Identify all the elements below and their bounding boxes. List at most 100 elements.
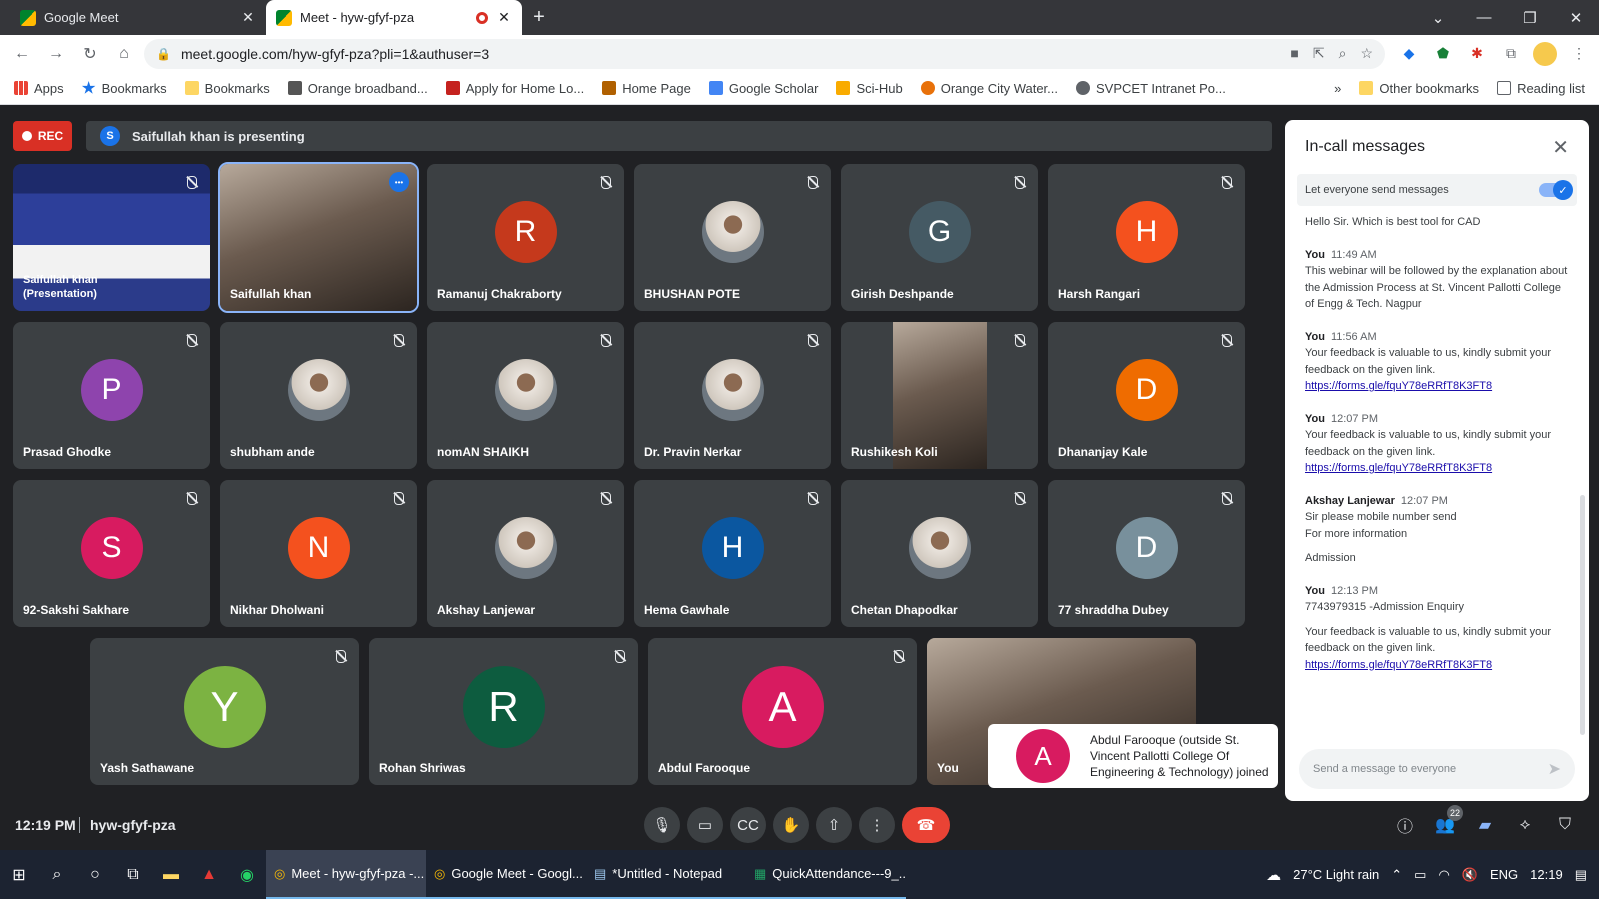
participant-tile[interactable]: R Rohan Shriwas xyxy=(369,638,638,785)
chat-scrollbar[interactable] xyxy=(1580,495,1585,735)
forward-icon[interactable]: → xyxy=(42,40,70,68)
taskbar-app-meet[interactable]: ◎ Meet - hyw-gfyf-pza -... xyxy=(266,850,426,899)
participant-tile[interactable]: Dr. Pravin Nerkar xyxy=(634,322,831,469)
extension-red-icon[interactable]: ✱ xyxy=(1465,42,1489,66)
bookmark-folder[interactable]: Bookmarks xyxy=(184,81,270,96)
participant-tile[interactable]: ••• Saifullah khan xyxy=(218,162,419,313)
bookmark-item[interactable]: Orange City Water... xyxy=(920,81,1058,96)
reload-icon[interactable]: ↻ xyxy=(76,40,104,68)
bookmark-item[interactable]: Sci-Hub xyxy=(836,81,903,96)
weather-text[interactable]: 27°C Light rain xyxy=(1293,867,1379,882)
taskbar-app-excel[interactable]: ▦ QuickAttendance---9_... xyxy=(746,850,906,899)
wifi-icon[interactable]: ◠ xyxy=(1438,867,1449,883)
more-options-icon[interactable]: ••• xyxy=(389,172,409,192)
host-controls-icon[interactable]: ⛉ xyxy=(1553,813,1577,837)
participant-tile[interactable]: BHUSHAN POTE xyxy=(634,164,831,311)
tab-meet-call[interactable]: Meet - hyw-gfyf-pza ✕ xyxy=(266,0,522,35)
participant-tile[interactable]: D Dhananjay Kale xyxy=(1048,322,1245,469)
participant-tile[interactable]: P Prasad Ghodke xyxy=(13,322,210,469)
participant-tile[interactable]: Saifullah khan (Presentation) xyxy=(13,164,210,311)
camera-in-use-icon[interactable]: ■ xyxy=(1290,45,1298,62)
home-icon[interactable]: ⌂ xyxy=(110,40,138,68)
app-red-icon[interactable]: ▲ xyxy=(190,850,228,899)
minimize-button[interactable]: — xyxy=(1461,9,1507,26)
bookmark-item[interactable]: SVPCET Intranet Po... xyxy=(1076,81,1226,96)
participant-tile[interactable]: nomAN SHAIKH xyxy=(427,322,624,469)
bookmark-item[interactable]: Orange broadband... xyxy=(287,81,428,96)
participant-tile[interactable]: Akshay Lanjewar xyxy=(427,480,624,627)
tab-google-meet[interactable]: Google Meet ✕ xyxy=(10,0,266,35)
extension-icon[interactable]: ◆ xyxy=(1397,42,1421,66)
microphone-button[interactable]: 🎙 xyxy=(644,807,680,843)
participant-tile[interactable]: H Harsh Rangari xyxy=(1048,164,1245,311)
windows-start-icon[interactable]: ⊞ xyxy=(0,850,38,899)
lock-icon[interactable]: 🔒 xyxy=(156,47,171,61)
address-bar[interactable]: 🔒 meet.google.com/hyw-gfyf-pza?pli=1&aut… xyxy=(144,38,1385,69)
participant-tile[interactable]: Rushikesh Koli xyxy=(841,322,1038,469)
search-icon[interactable]: ⌕ xyxy=(38,850,76,899)
close-tab-icon[interactable]: ✕ xyxy=(240,9,256,26)
bookmark-star-icon[interactable]: ☆ xyxy=(1360,45,1373,62)
tray-chevron-icon[interactable]: ⌃ xyxy=(1391,867,1402,883)
bookmark-item[interactable]: Bookmarks xyxy=(81,81,167,96)
activities-icon[interactable]: ⟡ xyxy=(1513,813,1537,837)
menu-kebab-icon[interactable]: ⋮ xyxy=(1567,42,1591,66)
send-messages-toggle[interactable] xyxy=(1539,180,1573,200)
participant-tile[interactable]: shubham ande xyxy=(220,322,417,469)
leave-call-button[interactable]: ☎ xyxy=(902,807,950,843)
other-bookmarks[interactable]: Other bookmarks xyxy=(1359,81,1479,96)
participant-tile[interactable]: Y Yash Sathawane xyxy=(90,638,359,785)
participant-tile[interactable]: H Hema Gawhale xyxy=(634,480,831,627)
meeting-details-icon[interactable]: ⓘ xyxy=(1393,813,1417,837)
weather-cloud-icon[interactable]: ☁ xyxy=(1266,866,1281,884)
task-view-icon[interactable]: ⧉ xyxy=(114,850,152,899)
people-icon[interactable]: 👥 22 xyxy=(1433,805,1463,837)
participant-tile[interactable]: N Nikhar Dholwani xyxy=(220,480,417,627)
zoom-icon[interactable]: ⌕ xyxy=(1339,45,1347,62)
camera-button[interactable]: ▭ xyxy=(687,807,723,843)
open-in-app-icon[interactable]: ⇱ xyxy=(1313,45,1325,62)
more-bookmarks-chevron-icon[interactable]: » xyxy=(1334,81,1341,96)
message-link[interactable]: https://forms.gle/fquY78eRRfT8K3FT8 xyxy=(1305,460,1569,477)
new-tab-button[interactable]: + xyxy=(522,0,556,35)
whatsapp-icon[interactable]: ◉ xyxy=(228,850,266,899)
bookmark-item[interactable]: Apply for Home Lo... xyxy=(445,81,584,96)
participant-tile[interactable]: G Girish Deshpande xyxy=(841,164,1038,311)
bookmark-item[interactable]: Home Page xyxy=(602,81,691,96)
language-indicator[interactable]: ENG xyxy=(1490,867,1518,882)
present-now-button[interactable]: ⇧ xyxy=(816,807,852,843)
close-window-button[interactable]: ✕ xyxy=(1553,9,1599,27)
bookmark-apps[interactable]: Apps xyxy=(14,81,64,96)
presenting-banner[interactable]: S Saifullah khan is presenting xyxy=(86,121,1272,151)
participant-tile[interactable]: Chetan Dhapodkar xyxy=(841,480,1038,627)
back-icon[interactable]: ← xyxy=(8,40,36,68)
restore-button[interactable]: ❐ xyxy=(1507,9,1553,27)
more-options-button[interactable]: ⋮ xyxy=(859,807,895,843)
chat-icon[interactable]: ▰ xyxy=(1473,813,1497,837)
taskbar-app-notepad[interactable]: ▤ *Untitled - Notepad xyxy=(586,850,746,899)
reading-list[interactable]: Reading list xyxy=(1497,81,1585,96)
file-explorer-icon[interactable]: ▬ xyxy=(152,850,190,899)
cortana-icon[interactable]: ○ xyxy=(76,850,114,899)
participant-tile[interactable]: A Abdul Farooque xyxy=(648,638,917,785)
extensions-puzzle-icon[interactable]: ⧉ xyxy=(1499,42,1523,66)
shield-extension-icon[interactable]: ⬟ xyxy=(1431,42,1455,66)
participant-tile[interactable]: R Ramanuj Chakraborty xyxy=(427,164,624,311)
bookmark-item[interactable]: Google Scholar xyxy=(708,81,818,96)
chat-input[interactable]: Send a message to everyone ➤ xyxy=(1299,749,1575,789)
volume-muted-icon[interactable]: 🔇 xyxy=(1462,867,1478,883)
battery-icon[interactable]: ▭ xyxy=(1414,867,1426,883)
close-tab-icon[interactable]: ✕ xyxy=(496,9,512,26)
taskbar-app-google-meet[interactable]: ◎ Google Meet - Googl... xyxy=(426,850,586,899)
profile-avatar[interactable] xyxy=(1533,41,1557,66)
tab-search-icon[interactable]: ⌄ xyxy=(1415,9,1461,27)
participant-tile[interactable]: S 92-Sakshi Sakhare xyxy=(13,480,210,627)
participant-tile[interactable]: D 77 shraddha Dubey xyxy=(1048,480,1245,627)
captions-button[interactable]: CC xyxy=(730,807,766,843)
send-icon[interactable]: ➤ xyxy=(1548,759,1561,779)
notifications-icon[interactable]: ▤ xyxy=(1575,867,1587,883)
raise-hand-button[interactable]: ✋ xyxy=(773,807,809,843)
message-link[interactable]: https://forms.gle/fquY78eRRfT8K3FT8 xyxy=(1305,378,1569,395)
taskbar-clock[interactable]: 12:19 xyxy=(1530,867,1563,882)
close-icon[interactable]: ✕ xyxy=(1552,135,1569,160)
